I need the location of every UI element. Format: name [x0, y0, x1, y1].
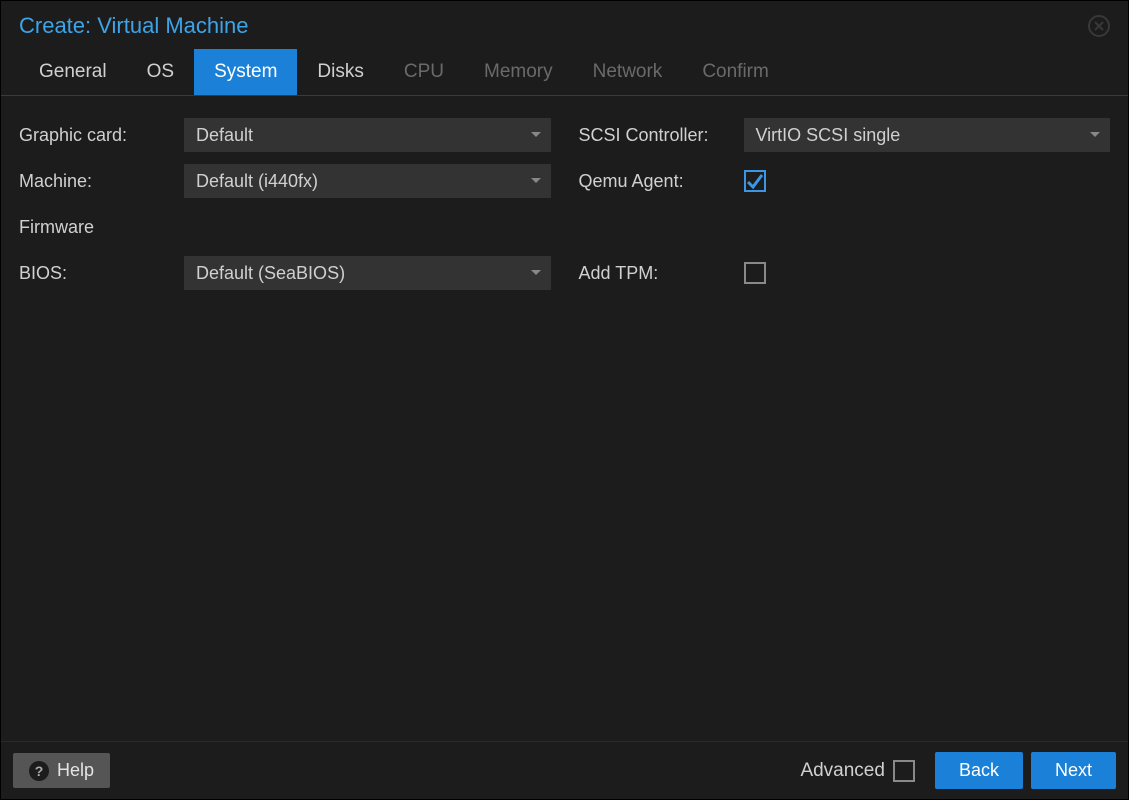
back-button[interactable]: Back	[935, 752, 1023, 789]
spacer-row	[579, 210, 1111, 244]
add-tpm-label: Add TPM:	[579, 263, 744, 284]
help-label: Help	[57, 760, 94, 781]
close-icon[interactable]	[1088, 15, 1110, 37]
graphic-card-label: Graphic card:	[19, 125, 184, 146]
firmware-header: Firmware	[19, 210, 551, 244]
left-column: Graphic card: Default Machine: Default (…	[19, 118, 551, 719]
qemu-agent-label: Qemu Agent:	[579, 171, 744, 192]
dialog-footer: ? Help Advanced Back Next	[1, 741, 1128, 799]
bios-row: BIOS: Default (SeaBIOS)	[19, 256, 551, 290]
tab-confirm: Confirm	[682, 49, 789, 95]
dialog-title: Create: Virtual Machine	[19, 13, 249, 39]
add-tpm-row: Add TPM:	[579, 256, 1111, 290]
tab-network: Network	[573, 49, 683, 95]
scsi-label: SCSI Controller:	[579, 125, 744, 146]
graphic-card-value: Default	[196, 125, 253, 146]
graphic-card-select[interactable]: Default	[184, 118, 551, 152]
add-tpm-checkbox[interactable]	[744, 262, 766, 284]
machine-label: Machine:	[19, 171, 184, 192]
create-vm-dialog: Create: Virtual Machine General OS Syste…	[0, 0, 1129, 800]
chevron-down-icon	[529, 128, 543, 142]
tab-disks[interactable]: Disks	[297, 49, 383, 95]
right-column: SCSI Controller: VirtIO SCSI single Qemu…	[579, 118, 1111, 719]
qemu-agent-checkbox[interactable]	[744, 170, 766, 192]
bios-value: Default (SeaBIOS)	[196, 263, 345, 284]
advanced-label: Advanced	[800, 760, 885, 782]
tab-os[interactable]: OS	[127, 49, 194, 95]
scsi-select[interactable]: VirtIO SCSI single	[744, 118, 1111, 152]
qemu-agent-row: Qemu Agent:	[579, 164, 1111, 198]
scsi-value: VirtIO SCSI single	[756, 125, 901, 146]
bios-select[interactable]: Default (SeaBIOS)	[184, 256, 551, 290]
bios-label: BIOS:	[19, 263, 184, 284]
advanced-toggle[interactable]: Advanced	[800, 760, 915, 782]
next-button[interactable]: Next	[1031, 752, 1116, 789]
system-panel: Graphic card: Default Machine: Default (…	[1, 96, 1128, 741]
title-bar: Create: Virtual Machine	[1, 1, 1128, 49]
chevron-down-icon	[529, 174, 543, 188]
scsi-row: SCSI Controller: VirtIO SCSI single	[579, 118, 1111, 152]
advanced-checkbox[interactable]	[893, 760, 915, 782]
machine-select[interactable]: Default (i440fx)	[184, 164, 551, 198]
tab-memory: Memory	[464, 49, 573, 95]
wizard-tabs: General OS System Disks CPU Memory Netwo…	[1, 49, 1128, 96]
graphic-card-row: Graphic card: Default	[19, 118, 551, 152]
help-icon: ?	[29, 761, 49, 781]
machine-value: Default (i440fx)	[196, 171, 318, 192]
chevron-down-icon	[1088, 128, 1102, 142]
chevron-down-icon	[529, 266, 543, 280]
tab-system[interactable]: System	[194, 49, 297, 95]
help-button[interactable]: ? Help	[13, 753, 110, 788]
machine-row: Machine: Default (i440fx)	[19, 164, 551, 198]
tab-cpu: CPU	[384, 49, 464, 95]
tab-general[interactable]: General	[19, 49, 127, 95]
